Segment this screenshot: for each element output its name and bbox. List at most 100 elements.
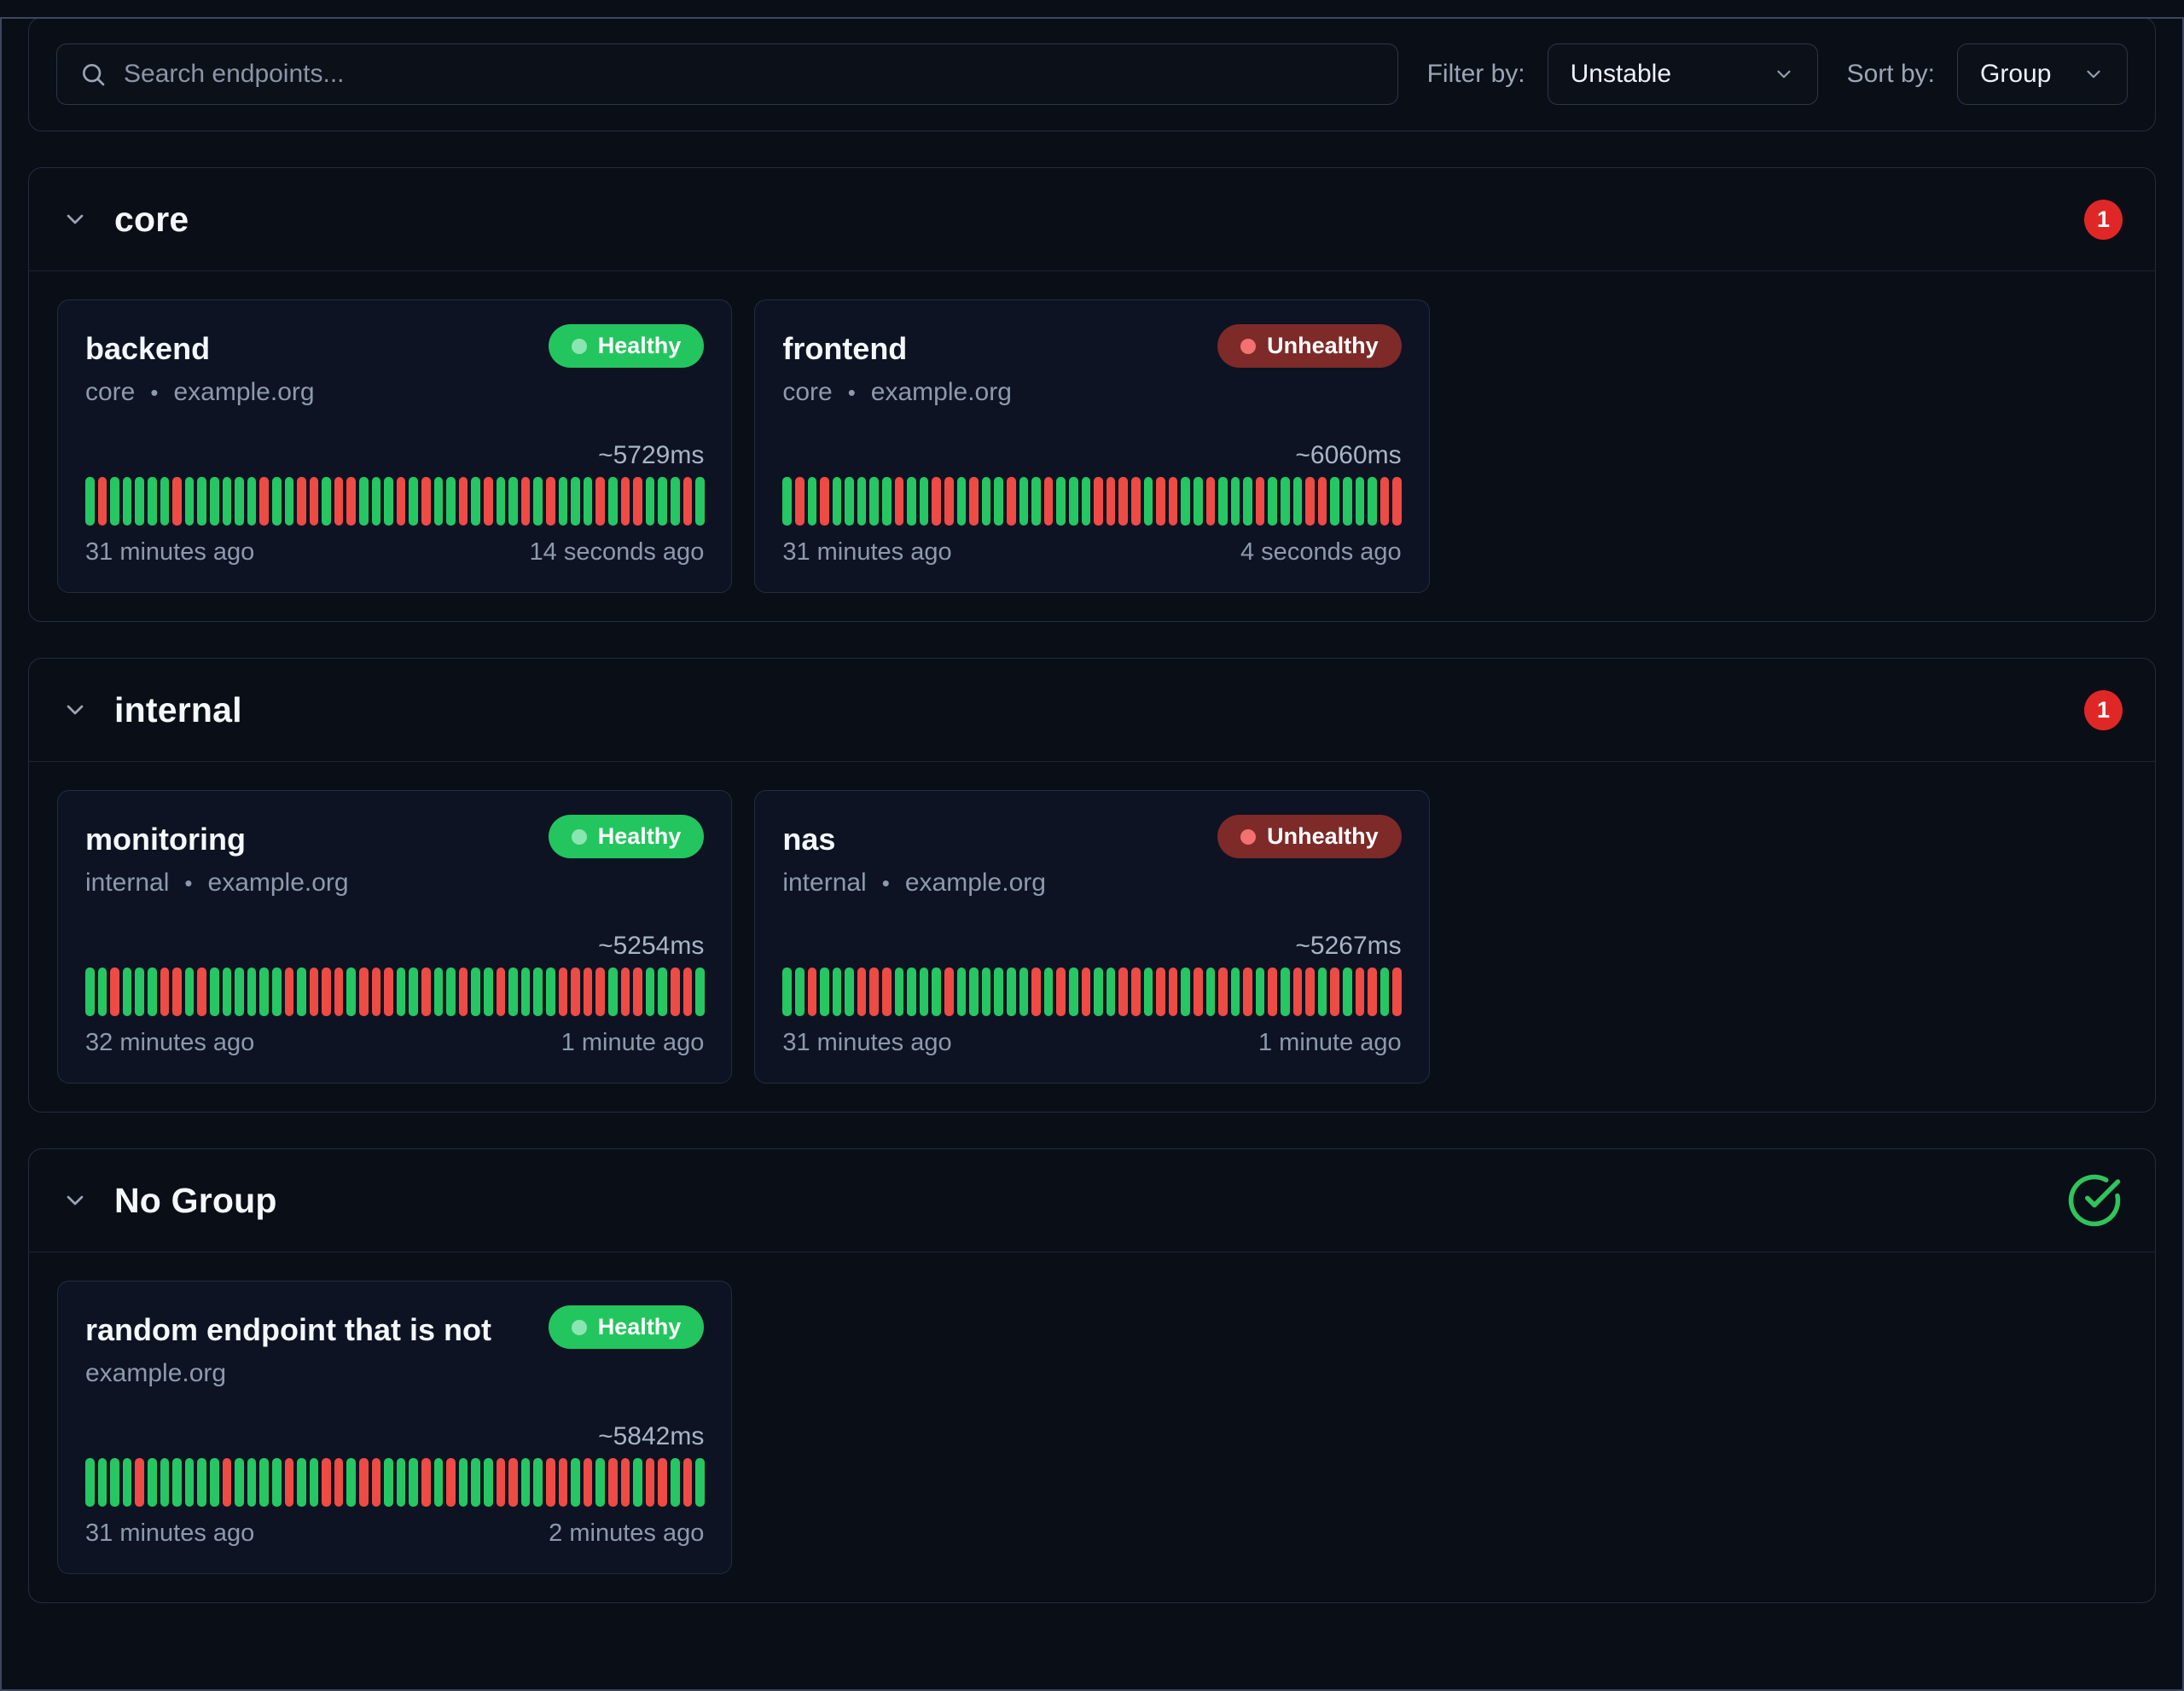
history-bar[interactable] [359,477,369,526]
history-bar[interactable] [421,1458,431,1507]
history-bar[interactable] [272,968,282,1016]
history-bar[interactable] [334,1458,344,1507]
history-bar[interactable] [1056,968,1066,1016]
history-bar[interactable] [384,477,393,526]
group-header[interactable]: core 1 [29,168,2155,271]
history-bar[interactable] [1243,968,1252,1016]
history-bar[interactable] [372,1458,381,1507]
history-bar[interactable] [1206,968,1216,1016]
history-bar[interactable] [1268,968,1277,1016]
history-bar[interactable] [683,477,693,526]
history-bar[interactable] [1082,968,1091,1016]
history-bar[interactable] [409,477,418,526]
history-bar[interactable] [621,477,630,526]
history-bar[interactable] [135,968,144,1016]
history-bar[interactable] [1356,968,1365,1016]
history-bar[interactable] [172,968,182,1016]
history-bar[interactable] [994,477,1003,526]
history-bar[interactable] [869,968,879,1016]
history-bar[interactable] [1156,968,1165,1016]
history-bar[interactable] [571,477,580,526]
history-bar[interactable] [434,1458,444,1507]
history-bar[interactable] [1256,968,1265,1016]
history-bar[interactable] [1356,477,1365,526]
history-bar[interactable] [521,1458,531,1507]
history-bar[interactable] [1256,477,1265,526]
history-bar[interactable] [497,477,506,526]
history-bar[interactable] [497,1458,506,1507]
history-bar[interactable] [359,968,369,1016]
history-bar[interactable] [1343,477,1352,526]
history-bar[interactable] [123,968,132,1016]
history-bar[interactable] [272,1458,282,1507]
history-bar[interactable] [920,477,929,526]
history-bar[interactable] [98,968,107,1016]
history-bar[interactable] [310,477,319,526]
history-bar[interactable] [621,968,630,1016]
history-bar[interactable] [148,477,157,526]
history-bar[interactable] [210,477,219,526]
history-bar[interactable] [297,477,306,526]
history-bar[interactable] [484,477,493,526]
history-bar[interactable] [584,1458,593,1507]
history-bar[interactable] [484,968,493,1016]
history-bar[interactable] [608,968,618,1016]
history-bar[interactable] [421,968,431,1016]
history-bar[interactable] [683,968,693,1016]
history-bar[interactable] [857,968,867,1016]
history-bar[interactable] [421,477,431,526]
history-bar[interactable] [259,1458,269,1507]
history-bar[interactable] [1206,477,1216,526]
history-bar[interactable] [397,477,406,526]
history-bar[interactable] [247,1458,257,1507]
history-bar[interactable] [397,1458,406,1507]
history-bar[interactable] [994,968,1003,1016]
history-bar[interactable] [944,477,954,526]
history-bar[interactable] [1069,968,1078,1016]
history-bar[interactable] [484,1458,493,1507]
history-bar[interactable] [508,968,518,1016]
history-bar[interactable] [210,1458,219,1507]
history-bar[interactable] [1243,477,1252,526]
history-bar[interactable] [1144,477,1153,526]
history-bar[interactable] [172,477,182,526]
history-bar[interactable] [671,1458,680,1507]
history-bar[interactable] [210,968,219,1016]
history-bar[interactable] [957,477,967,526]
history-bar[interactable] [98,477,107,526]
history-bar[interactable] [671,477,680,526]
history-bar[interactable] [334,477,344,526]
history-bar[interactable] [223,968,232,1016]
history-bar[interactable] [1169,477,1178,526]
history-bar[interactable] [559,477,568,526]
history-bar[interactable] [845,477,854,526]
history-bar[interactable] [1094,477,1103,526]
history-bar[interactable] [895,477,904,526]
search-input[interactable] [124,60,1375,89]
history-bar[interactable] [546,1458,555,1507]
history-bar[interactable] [160,968,170,1016]
endpoint-card[interactable]: monitoring Healthy internal • example.or… [57,790,732,1084]
history-bar[interactable] [1144,968,1153,1016]
history-bar[interactable] [310,1458,319,1507]
history-bar[interactable] [658,477,667,526]
history-bar[interactable] [795,968,804,1016]
history-bar[interactable] [1107,477,1116,526]
history-bar[interactable] [1305,968,1315,1016]
history-bar[interactable] [135,477,144,526]
history-bar[interactable] [1293,968,1303,1016]
history-bar[interactable] [1281,968,1290,1016]
history-bar[interactable] [1031,968,1041,1016]
history-bar[interactable] [932,477,941,526]
history-bar[interactable] [346,477,356,526]
history-bar[interactable] [820,477,829,526]
history-bar[interactable] [285,968,294,1016]
history-bar[interactable] [1156,477,1165,526]
history-bar[interactable] [969,477,979,526]
history-bar[interactable] [1281,477,1290,526]
history-bar[interactable] [546,477,555,526]
history-bar[interactable] [895,968,904,1016]
history-bar[interactable] [782,968,792,1016]
history-bar[interactable] [235,477,244,526]
history-bar[interactable] [508,1458,518,1507]
